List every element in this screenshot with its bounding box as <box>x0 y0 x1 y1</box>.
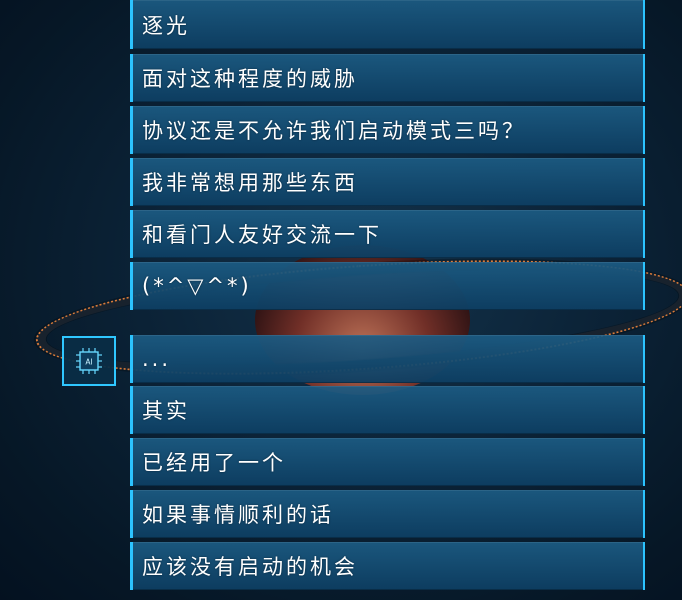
dialogue-line-9: 已经用了一个 <box>130 438 645 486</box>
dialogue-line-11: 应该没有启动的机会 <box>130 542 645 590</box>
chip-label: AI <box>85 358 92 367</box>
dialogue-line-4: 我非常想用那些东西 <box>130 158 645 206</box>
dialogue-line-text: 已经用了一个 <box>142 451 286 475</box>
dialogue-line-text: 面对这种程度的威胁 <box>142 67 358 91</box>
dialogue-line-6: (*^▽^*) <box>130 262 645 310</box>
dialogue-line-text: 应该没有启动的机会 <box>142 555 358 579</box>
dialogue-log: 逐光 面对这种程度的威胁 协议还是不允许我们启动模式三吗？ 我非常想用那些东西 … <box>130 0 645 600</box>
dialogue-line-8: 其实 <box>130 386 645 434</box>
dialogue-line-3: 协议还是不允许我们启动模式三吗？ <box>130 106 645 154</box>
dialogue-line-7: ... <box>130 335 645 383</box>
speaker-avatar: AI <box>62 336 116 386</box>
dialogue-line-1: 逐光 <box>130 0 645 49</box>
dialogue-line-10: 如果事情顺利的话 <box>130 490 645 538</box>
dialogue-line-text: 协议还是不允许我们启动模式三吗？ <box>142 119 526 143</box>
dialogue-line-2: 面对这种程度的威胁 <box>130 54 645 102</box>
dialogue-line-text: 和看门人友好交流一下 <box>142 223 382 247</box>
chip-icon: AI <box>74 346 104 376</box>
dialogue-line-text: 其实 <box>142 399 190 423</box>
dialogue-line-5: 和看门人友好交流一下 <box>130 210 645 258</box>
dialogue-line-text: (*^▽^*) <box>142 274 252 298</box>
dialogue-line-text: 我非常想用那些东西 <box>142 171 358 195</box>
dialogue-line-text: 逐光 <box>142 13 190 38</box>
dialogue-line-text: 如果事情顺利的话 <box>142 503 334 527</box>
dialogue-line-text: ... <box>142 347 172 371</box>
